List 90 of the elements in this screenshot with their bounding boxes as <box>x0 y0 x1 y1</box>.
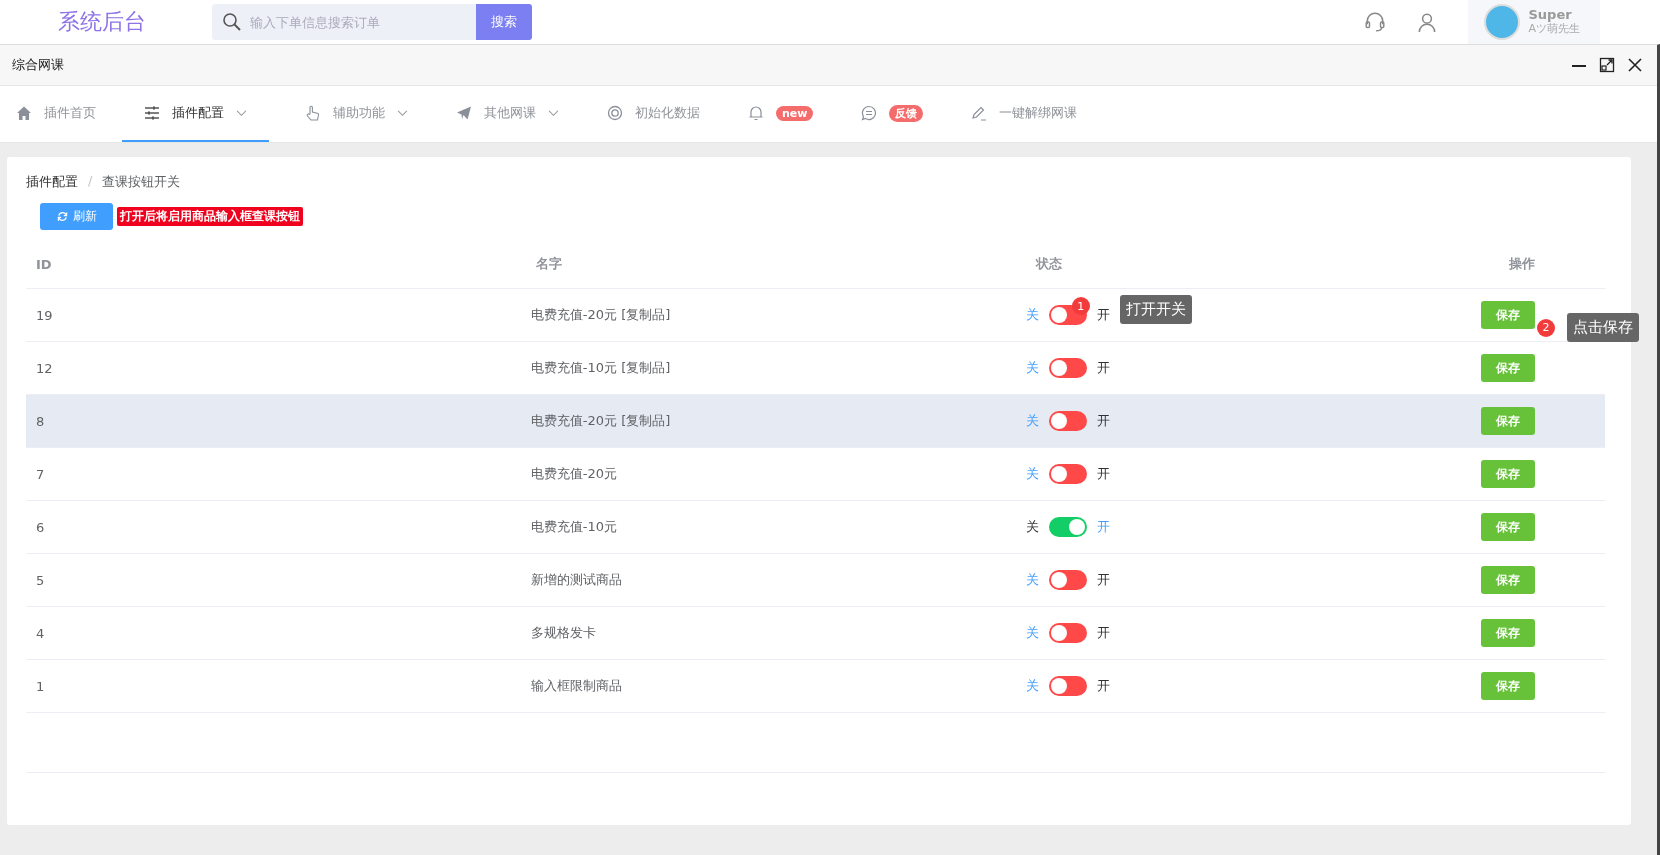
switch-label: 开 <box>1096 465 1110 483</box>
nav-tab[interactable]: 反馈 <box>861 86 946 142</box>
save-button[interactable]: 保存 <box>1481 513 1535 541</box>
switch-label: 关 <box>1025 624 1039 642</box>
table-cell-text: 新增的测试商品 <box>529 571 623 589</box>
user-card[interactable]: Super Aツ萌先生 <box>1468 0 1600 44</box>
table-cell-text: 8 <box>35 413 46 429</box>
nav-tab[interactable]: 其他网课 <box>456 86 581 142</box>
headset-icon[interactable] <box>1364 11 1387 33</box>
save-button[interactable]: 保存 <box>1481 460 1535 488</box>
table-cell-text: 电费充值-20元 [复制品] <box>529 306 672 324</box>
breadcrumb-item: 查课按钮开关 <box>102 173 181 191</box>
switch-label: 关 <box>1025 412 1039 430</box>
user-subtitle: Aツ萌先生 <box>1528 23 1580 36</box>
save-button[interactable]: 保存 <box>1481 566 1535 594</box>
toggle-switch[interactable] <box>1048 623 1087 643</box>
nav-tab[interactable]: new <box>748 86 836 142</box>
switch-label: 开 <box>1096 518 1110 536</box>
column-header: 名字 <box>535 255 563 273</box>
nav-tab[interactable]: 插件首页 <box>16 86 118 142</box>
nav-badge: new <box>776 105 814 121</box>
toggle-switch[interactable] <box>1048 358 1087 378</box>
column-header: 状态 <box>1034 255 1063 273</box>
app-logo: 系统后台 <box>58 8 147 36</box>
switch-label: 关 <box>1025 306 1039 324</box>
table-cell-text: 1 <box>35 678 46 694</box>
table-cell-text: 12 <box>35 360 54 376</box>
nav-tab[interactable]: 初始化数据 <box>607 86 722 142</box>
column-header: ID <box>35 256 53 272</box>
table-cell-text: 6 <box>35 519 46 535</box>
toggle-switch[interactable] <box>1048 464 1087 484</box>
table-cell-text: 7 <box>35 466 46 482</box>
save-button[interactable]: 保存 <box>1481 354 1535 382</box>
toggle-switch[interactable] <box>1048 411 1087 431</box>
user-name: Super <box>1528 8 1573 23</box>
save-button[interactable]: 保存 <box>1481 407 1535 435</box>
nav-badge: 反馈 <box>889 104 924 122</box>
table-cell-text: 电费充值-20元 [复制品] <box>529 412 672 430</box>
column-header: 操作 <box>1508 255 1536 273</box>
paper-plane-icon <box>456 105 472 121</box>
pen-icon <box>971 105 988 121</box>
chat-bubble-icon <box>861 105 878 121</box>
notice-tag: 打开后将启用商品输入框查课按钮 <box>117 207 303 226</box>
switch-label: 开 <box>1096 412 1110 430</box>
switch-label: 开 <box>1096 306 1110 324</box>
nav-tab[interactable]: 辅助功能 <box>305 86 430 142</box>
save-button[interactable]: 保存 <box>1481 301 1535 329</box>
table-cell-text: 4 <box>35 625 46 641</box>
bell-icon <box>748 105 764 121</box>
table-cell-text: 多规格发卡 <box>529 624 597 642</box>
switch-label: 关 <box>1025 359 1039 377</box>
toggle-switch[interactable] <box>1048 517 1087 537</box>
switch-label: 开 <box>1096 624 1110 642</box>
switch-label: 关 <box>1025 677 1039 695</box>
table-cell-text: 输入框限制商品 <box>529 677 623 695</box>
search-icon <box>222 12 242 32</box>
avatar <box>1484 4 1521 40</box>
home-icon <box>16 105 32 121</box>
toggle-switch[interactable] <box>1048 570 1087 590</box>
guide-tooltip: 点击保存 <box>1567 313 1639 342</box>
table-cell-text: 电费充值-10元 [复制品] <box>529 359 672 377</box>
guide-tooltip: 打开开关 <box>1119 295 1192 324</box>
search-field[interactable]: 输入下单信息搜索订单 <box>212 4 476 40</box>
maximize-icon[interactable] <box>1599 57 1615 73</box>
window-title: 综合网课 <box>12 56 64 74</box>
table-cell-text: 电费充值-10元 <box>529 518 619 536</box>
nav-tab[interactable]: 一键解绑网课 <box>971 86 1100 142</box>
hand-pointer-icon <box>305 105 321 121</box>
switch-label: 关 <box>1025 518 1039 536</box>
save-button[interactable]: 保存 <box>1481 619 1535 647</box>
step-badge: 2 <box>1537 318 1555 337</box>
refresh-icon <box>56 211 68 222</box>
toggle-switch[interactable] <box>1048 676 1087 696</box>
sliders-icon <box>144 105 160 121</box>
switch-label: 开 <box>1096 677 1110 695</box>
table-cell-text: 5 <box>35 572 46 588</box>
switch-label: 关 <box>1025 571 1039 589</box>
switch-label: 关 <box>1025 465 1039 483</box>
close-icon[interactable] <box>1627 57 1643 73</box>
save-button[interactable]: 保存 <box>1481 672 1535 700</box>
switch-label: 开 <box>1096 571 1110 589</box>
switch-label: 开 <box>1096 359 1110 377</box>
step-badge: 1 <box>1071 297 1090 315</box>
refresh-button[interactable]: 刷新 <box>40 203 113 230</box>
table-cell-text: 电费充值-20元 <box>529 465 619 483</box>
breadcrumb-separator: / <box>88 173 93 190</box>
table-cell-text: 19 <box>35 307 54 323</box>
breadcrumb-item[interactable]: 插件配置 <box>26 173 78 191</box>
lifebuoy-icon <box>607 105 623 121</box>
search-button[interactable]: 搜索 <box>476 4 532 40</box>
